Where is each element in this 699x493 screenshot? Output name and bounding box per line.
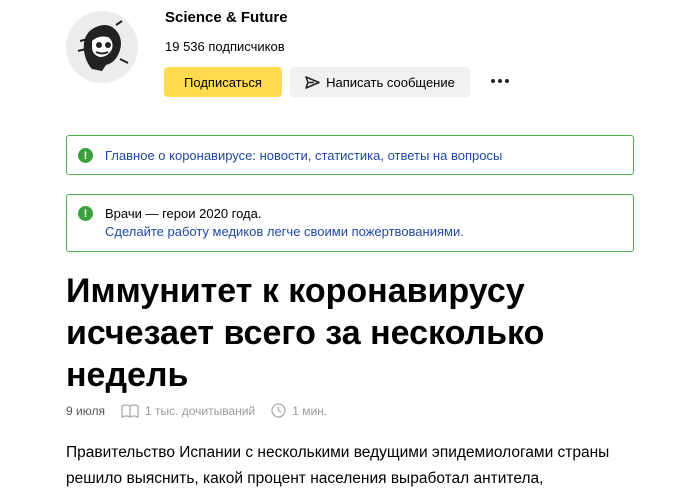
subscriber-count: 19 536 подписчиков — [165, 39, 285, 54]
coronavirus-notice: ! Главное о коронавирусе: новости, стати… — [66, 135, 634, 175]
doctors-notice-text: Врачи — герои 2020 года. — [105, 206, 262, 221]
send-icon — [305, 75, 320, 89]
more-options-icon[interactable] — [488, 70, 512, 92]
exclamation-icon: ! — [78, 206, 93, 221]
book-icon — [121, 403, 139, 418]
subscribe-button[interactable]: Подписаться — [164, 67, 282, 97]
reads-count: 1 тыс. дочитываний — [144, 403, 256, 418]
clock-icon — [271, 403, 286, 418]
article-body: Правительство Испании с несколькими веду… — [66, 444, 610, 487]
donation-link[interactable]: Сделайте работу медиков легче своими пож… — [105, 223, 464, 241]
coronavirus-news-link[interactable]: Главное о коронавирусе: новости, статист… — [105, 148, 502, 163]
subscribe-label: Подписаться — [184, 74, 262, 90]
doctors-notice: ! Врачи — герои 2020 года. Сделайте рабо… — [66, 194, 634, 252]
article-date: 9 июля — [66, 403, 105, 418]
read-time: 1 мин. — [292, 403, 328, 418]
article-title: Иммунитет к коронавирусу исчезает всего … — [66, 272, 545, 394]
channel-avatar[interactable] — [66, 11, 138, 83]
channel-name[interactable]: Science & Future — [165, 9, 288, 26]
article-meta: 9 июля 1 тыс. дочитываний 1 мин. — [66, 403, 343, 418]
write-message-button[interactable]: Написать сообщение — [290, 67, 470, 97]
exclamation-icon: ! — [78, 148, 93, 163]
avatar-illustration — [66, 11, 138, 83]
write-message-label: Написать сообщение — [326, 74, 455, 90]
